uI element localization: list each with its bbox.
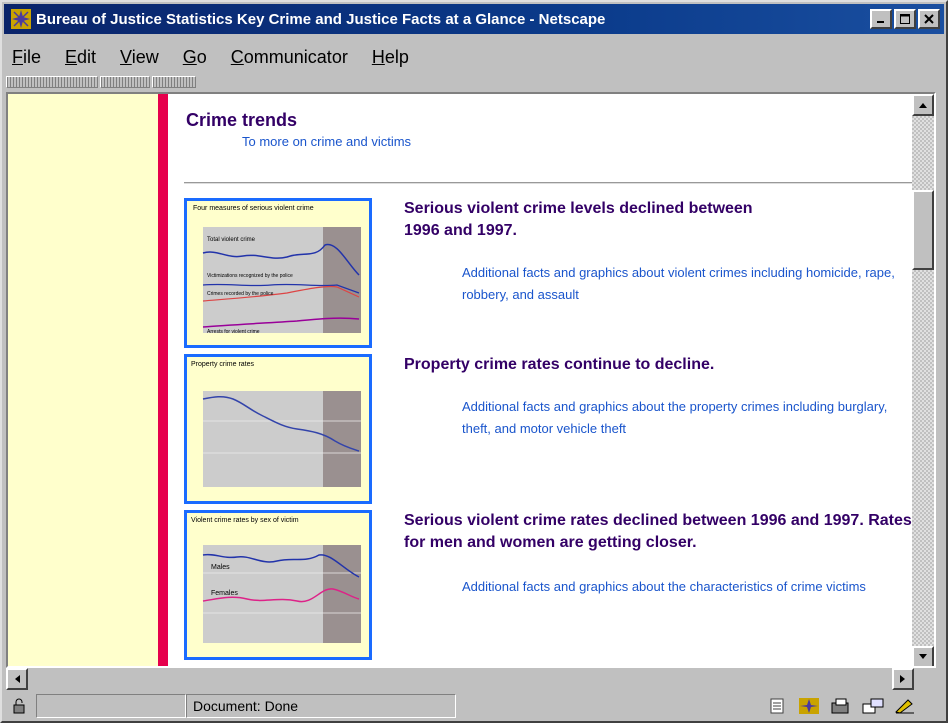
minimize-button[interactable] <box>870 9 892 29</box>
window-title: Bureau of Justice Statistics Key Crime a… <box>36 10 606 28</box>
progress-panel <box>36 694 186 718</box>
menu-edit[interactable]: Edit <box>65 47 96 68</box>
page-title: Crime trends <box>186 110 298 130</box>
scroll-up-button[interactable] <box>912 94 934 116</box>
menu-bar: File Edit View Go Communicator Help <box>4 42 944 72</box>
netscape-icon <box>10 8 32 30</box>
browser-window: Bureau of Justice Statistics Key Crime a… <box>0 0 948 723</box>
accent-bar <box>158 94 168 666</box>
navigator-icon[interactable] <box>798 697 820 715</box>
scroll-down-button[interactable] <box>912 646 934 666</box>
title-bar: Bureau of Justice Statistics Key Crime a… <box>4 4 944 34</box>
item-heading: Serious violent crime levels declined be… <box>404 200 753 239</box>
vertical-scrollbar[interactable] <box>912 94 934 666</box>
composer-icon[interactable] <box>894 697 916 715</box>
menu-go[interactable]: Go <box>183 47 207 68</box>
menu-file[interactable]: File <box>12 47 41 68</box>
personal-toolbar-grip[interactable] <box>152 76 196 88</box>
thumb-label: Victimizations recognized by the police <box>207 273 293 279</box>
menu-view[interactable]: View <box>120 47 159 68</box>
scroll-corner <box>914 668 936 690</box>
victim-sex-thumbnail[interactable]: Violent crime rates by sex of victim Mal… <box>184 510 372 660</box>
thumb-title: Property crime rates <box>191 361 255 368</box>
thumb-label: Arrests for violent crime <box>207 329 260 335</box>
navigation-toolbar-grip[interactable] <box>6 76 98 88</box>
scroll-thumb[interactable] <box>912 190 934 270</box>
page-icon[interactable] <box>766 697 788 715</box>
location-toolbar-grip[interactable] <box>100 76 150 88</box>
thumb-label: Total violent crime <box>207 237 256 243</box>
victim-characteristics-link[interactable]: Additional facts and graphics about the … <box>462 576 912 598</box>
security-lock-icon[interactable] <box>8 697 30 715</box>
page-viewport: Crime trends To more on crime and victim… <box>6 92 936 668</box>
status-bar: Document: Done <box>4 692 944 720</box>
thumb-title: Four measures of serious violent crime <box>193 205 314 212</box>
thumb-title: Violent crime rates by sex of victim <box>191 517 299 524</box>
thumb-label-females: Females <box>211 590 238 597</box>
thumb-label: Crimes recorded by the police <box>207 291 274 297</box>
thumb-label-males: Males <box>211 564 230 571</box>
property-crime-thumbnail[interactable]: Property crime rates <box>184 354 372 504</box>
property-crime-facts-link[interactable]: Additional facts and graphics about the … <box>462 396 912 440</box>
violent-crime-facts-link[interactable]: Additional facts and graphics about viol… <box>462 262 912 306</box>
discussion-icon[interactable] <box>862 697 884 715</box>
status-text: Document: Done <box>186 694 456 718</box>
close-button[interactable] <box>918 9 940 29</box>
page-sidebar <box>8 94 158 666</box>
violent-crime-thumbnail[interactable]: Four measures of serious violent crime T… <box>184 198 372 348</box>
menu-communicator[interactable]: Communicator <box>231 47 348 68</box>
horizontal-scrollbar[interactable] <box>6 668 914 690</box>
menu-help[interactable]: Help <box>372 47 409 68</box>
divider <box>184 182 914 184</box>
scroll-left-button[interactable] <box>6 668 28 690</box>
scroll-right-button[interactable] <box>892 668 914 690</box>
toolbar-grips <box>6 76 306 90</box>
item-heading: Property crime rates continue to decline… <box>404 356 715 373</box>
item-heading: Serious violent crime rates declined bet… <box>404 512 912 551</box>
mail-icon[interactable] <box>830 697 852 715</box>
maximize-button[interactable] <box>894 9 916 29</box>
more-crime-victims-link[interactable]: To more on crime and victims <box>242 134 411 149</box>
